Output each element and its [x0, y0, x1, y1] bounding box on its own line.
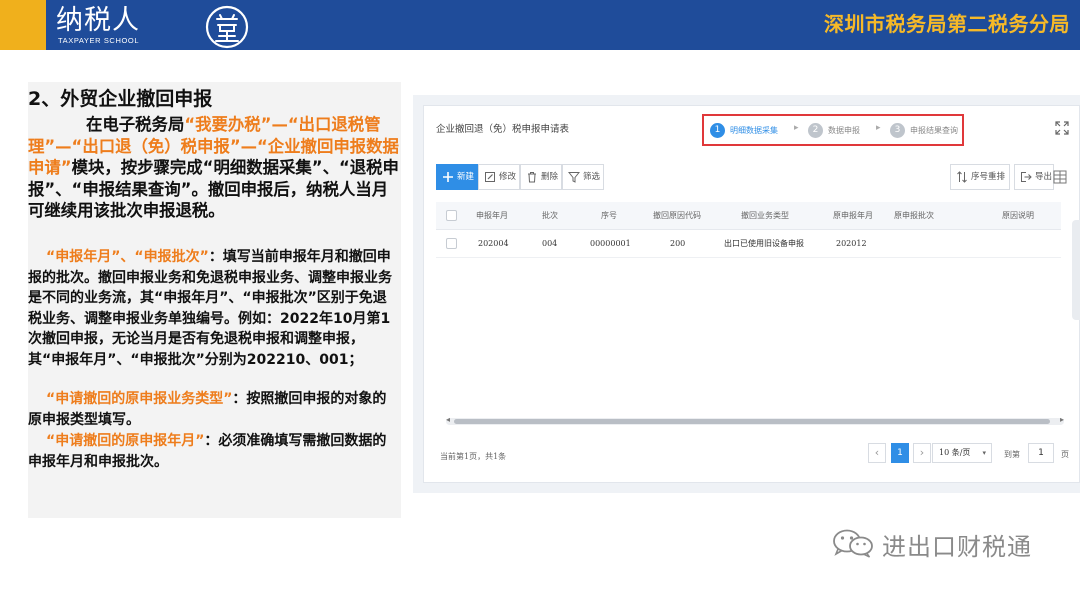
header-accent-block	[0, 0, 46, 50]
period-batch-text: ：填写当前申报年月和撤回申报的批次。撤回申报业务和免退税申报业务、调整申报业务是…	[28, 249, 392, 368]
step-2-number: 2	[808, 123, 823, 138]
wechat-icon	[833, 529, 873, 558]
horizontal-scrollbar[interactable]: ◂ ▸	[446, 415, 1064, 425]
step-arrow-icon: ▸	[794, 123, 799, 133]
pagination-summary: 当前第1页，共1条	[440, 452, 507, 461]
step-3-number: 3	[890, 123, 905, 138]
side-drawer-handle[interactable]	[1072, 220, 1080, 320]
col-header: 撤回原因代码	[653, 211, 701, 220]
col-header: 撤回业务类型	[741, 211, 789, 220]
original-period-paragraph: “申请撤回的原申报年月”：必须准确填写需撤回数据的申报年月和申报批次。	[28, 431, 400, 472]
prev-page-button[interactable]: ‹	[868, 443, 886, 463]
brand-seal-icon	[205, 5, 249, 49]
delete-button[interactable]: 删除	[520, 164, 562, 190]
page-size-select[interactable]: 10 条/页 ▾	[932, 443, 992, 463]
cell-period: 202004	[478, 239, 509, 248]
page-size-value: 10 条/页	[939, 448, 971, 457]
delete-button-label: 删除	[541, 172, 559, 182]
brand-subtitle: TAXPAYER SCHOOL	[58, 36, 140, 45]
col-header: 批次	[542, 211, 558, 220]
app-title: 企业撤回退（免）税申报申请表	[436, 124, 570, 135]
step-3-label: 申报结果查询	[910, 126, 958, 135]
plus-icon	[443, 172, 453, 182]
intro-text-b: 模块，按步骤完成“明细数据采集”、“退税申报”、“申报结果查询”。撤回申报后，纳…	[28, 158, 399, 221]
select-all-checkbox[interactable]	[446, 210, 457, 221]
section-title: 2、外贸企业撤回申报	[28, 88, 213, 110]
step-indicator: 1 明细数据采集 ▸ 2 数据申报 ▸ 3 申报结果查询	[702, 114, 964, 146]
edit-button[interactable]: 修改	[478, 164, 520, 190]
watermark-text: 进出口财税通	[882, 533, 1032, 561]
goto-page-input[interactable]: 1	[1028, 443, 1054, 463]
sort-icon	[957, 171, 967, 183]
column-settings-icon[interactable]	[1053, 170, 1067, 184]
goto-unit: 页	[1061, 450, 1069, 459]
filter-button[interactable]: 筛选	[562, 164, 604, 190]
intro-paragraph: 在电子税务局“我要办税”—“出口退税管理”—“出口退（免）税申报”—“企业撤回申…	[28, 114, 400, 222]
step-arrow-icon: ▸	[876, 123, 881, 133]
step-2-label: 数据申报	[828, 126, 860, 135]
chevron-left-icon: ‹	[874, 446, 880, 459]
cell-reason-code: 200	[670, 239, 686, 248]
cell-batch: 004	[542, 239, 558, 248]
col-header: 序号	[601, 211, 617, 220]
brand-name: 纳税人	[56, 5, 140, 36]
col-header: 原申报年月	[833, 211, 873, 220]
next-page-button[interactable]: ›	[913, 443, 931, 463]
new-button[interactable]: 新建	[436, 164, 478, 190]
filter-icon	[568, 172, 580, 183]
goto-label: 到第	[1004, 450, 1020, 459]
current-page-button[interactable]: 1	[891, 443, 909, 463]
table-row[interactable]: 202004 004 00000001 200 出口已使用旧设备申报 20201…	[436, 230, 1061, 258]
export-button[interactable]: 导出	[1014, 164, 1054, 190]
step-1-label: 明细数据采集	[730, 126, 778, 135]
cell-original-period: 202012	[836, 239, 867, 248]
header-bar: 纳税人 TAXPAYER SCHOOL 深圳市税务局第二税务分局	[0, 0, 1080, 50]
header-title: 深圳市税务局第二税务分局	[824, 12, 1070, 36]
original-period-highlight: “申请撤回的原申报年月”	[46, 433, 205, 449]
edit-button-label: 修改	[499, 172, 517, 182]
new-button-label: 新建	[457, 172, 475, 182]
col-header: 原申报批次	[894, 211, 934, 220]
scroll-right-icon[interactable]: ▸	[1060, 415, 1064, 424]
scroll-left-icon[interactable]: ◂	[446, 415, 450, 424]
reorder-button[interactable]: 序号重排	[950, 164, 1010, 190]
col-header: 原因说明	[1002, 211, 1034, 220]
app-screenshot: 企业撤回退（免）税申报申请表 1 明细数据采集 ▸ 2 数据申报 ▸ 3 申报结…	[413, 95, 1080, 493]
intro-text-a: 在电子税务局	[86, 115, 185, 134]
original-type-highlight: “申请撤回的原申报业务类型”	[46, 391, 233, 407]
trash-icon	[528, 172, 536, 183]
fullscreen-icon[interactable]	[1055, 121, 1069, 135]
app-window: 企业撤回退（免）税申报申请表 1 明细数据采集 ▸ 2 数据申报 ▸ 3 申报结…	[423, 105, 1080, 483]
chevron-right-icon: ›	[919, 446, 925, 459]
cell-business-type: 出口已使用旧设备申报	[724, 239, 804, 248]
cell-seq: 00000001	[590, 239, 631, 248]
period-batch-highlight: “申报年月”、“申报批次”	[46, 249, 209, 265]
explanation-panel: 2、外贸企业撤回申报 在电子税务局“我要办税”—“出口退税管理”—“出口退（免）…	[28, 82, 401, 518]
export-icon	[1021, 172, 1032, 182]
filter-button-label: 筛选	[583, 172, 601, 182]
export-button-label: 导出	[1035, 172, 1053, 182]
step-1-number: 1	[710, 123, 725, 138]
edit-icon	[485, 172, 495, 182]
reorder-button-label: 序号重排	[971, 172, 1006, 182]
scrollbar-thumb[interactable]	[454, 419, 1050, 424]
col-header: 申报年月	[476, 211, 508, 220]
table-header: 申报年月 批次 序号 撤回原因代码 撤回业务类型 原申报年月 原申报批次 原因说…	[436, 202, 1061, 230]
row-checkbox[interactable]	[446, 238, 457, 249]
period-batch-paragraph: “申报年月”、“申报批次”：填写当前申报年月和撤回申报的批次。撤回申报业务和免退…	[28, 247, 400, 371]
chevron-down-icon: ▾	[982, 449, 986, 457]
original-type-paragraph: “申请撤回的原申报业务类型”：按照撤回申报的对象的原申报类型填写。	[28, 389, 400, 430]
brand-logo: 纳税人 TAXPAYER SCHOOL	[56, 4, 249, 49]
